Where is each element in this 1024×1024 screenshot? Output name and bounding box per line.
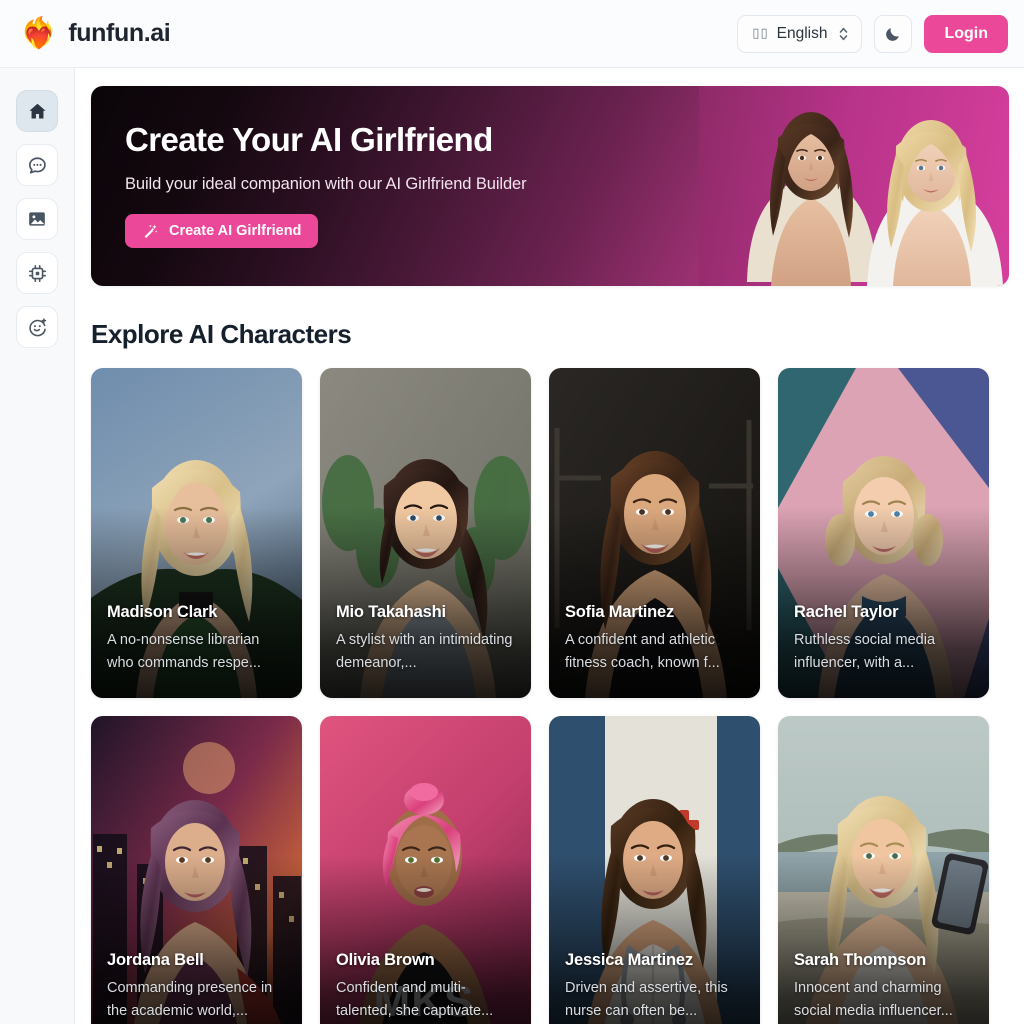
character-name: Jordana Bell	[107, 950, 204, 969]
character-card[interactable]: Sarah Thompson Innocent and charming soc…	[778, 716, 989, 1024]
sidebar-item-create-character[interactable]	[16, 306, 58, 348]
card-body: Rachel Taylor Ruthless social media infl…	[794, 603, 975, 676]
character-description: A confident and athletic fitness coach, …	[565, 631, 720, 672]
card-body: Jessica Martinez Driven and assertive, t…	[565, 951, 746, 1024]
hero-banner: Create Your AI Girlfriend Build your ide…	[91, 86, 1009, 286]
character-name: Mio Takahashi	[336, 602, 446, 621]
chevron-updown-icon	[838, 25, 849, 43]
header-actions: ▯▯ English Login	[737, 14, 1008, 53]
sidebar	[0, 68, 75, 1024]
character-card[interactable]: Jessica Martinez Driven and assertive, t…	[549, 716, 760, 1024]
character-description: Confident and multi-talented, she captiv…	[336, 979, 494, 1020]
character-description: Driven and assertive, this nurse can oft…	[565, 979, 728, 1020]
sidebar-item-images[interactable]	[16, 198, 58, 240]
login-button[interactable]: Login	[924, 14, 1008, 53]
face-sparkle-icon	[27, 317, 48, 338]
character-card[interactable]: Jordana Bell Commanding presence in the …	[91, 716, 302, 1024]
character-card[interactable]: Rachel Taylor Ruthless social media infl…	[778, 368, 989, 698]
character-name: Olivia Brown	[336, 950, 435, 969]
image-icon	[27, 209, 47, 229]
hero-content: Create Your AI Girlfriend Build your ide…	[91, 86, 1009, 249]
language-label: English	[776, 24, 828, 42]
character-name: Rachel Taylor	[794, 602, 899, 621]
card-body: Sofia Martinez A confident and athletic …	[565, 603, 746, 676]
character-description: Ruthless social media influencer, with a…	[794, 631, 936, 672]
character-name: Jessica Martinez	[565, 950, 693, 969]
character-name: Sarah Thompson	[794, 950, 926, 969]
character-description: A stylist with an intimidating demeanor,…	[336, 631, 513, 672]
sidebar-item-home[interactable]	[16, 90, 58, 132]
cpu-chip-icon	[27, 263, 48, 284]
character-description: Commanding presence in the academic worl…	[107, 979, 273, 1020]
card-body: Olivia Brown Confident and multi-talente…	[336, 951, 517, 1024]
sidebar-item-chat[interactable]	[16, 144, 58, 186]
character-description: A no-nonsense librarian who commands res…	[107, 631, 261, 672]
brand[interactable]: ❤️‍🔥 funfun.ai	[20, 16, 171, 50]
card-body: Sarah Thompson Innocent and charming soc…	[794, 951, 975, 1024]
character-card[interactable]: Sofia Martinez A confident and athletic …	[549, 368, 760, 698]
character-name: Madison Clark	[107, 602, 218, 621]
explore-section-title: Explore AI Characters	[91, 319, 352, 349]
language-selector[interactable]: ▯▯ English	[737, 14, 863, 53]
sidebar-item-models[interactable]	[16, 252, 58, 294]
app-header: ❤️‍🔥 funfun.ai ▯▯ English Login	[0, 0, 1024, 68]
flag-icon: ▯▯	[752, 26, 769, 41]
home-icon	[27, 101, 48, 122]
dark-mode-toggle[interactable]	[874, 14, 913, 53]
chat-bubble-icon	[27, 155, 48, 176]
character-name: Sofia Martinez	[565, 602, 675, 621]
character-grid: Madison Clark A no-nonsense librarian wh…	[91, 368, 990, 1024]
card-body: Mio Takahashi A stylist with an intimida…	[336, 603, 517, 676]
character-description: Innocent and charming social media influ…	[794, 979, 953, 1020]
card-body: Madison Clark A no-nonsense librarian wh…	[107, 603, 288, 676]
main-content: Create Your AI Girlfriend Build your ide…	[75, 68, 1024, 1024]
character-card[interactable]: Mio Takahashi A stylist with an intimida…	[320, 368, 531, 698]
create-ai-girlfriend-button[interactable]: Create AI Girlfriend	[125, 214, 319, 249]
hero-subtitle: Build your ideal companion with our AI G…	[125, 175, 527, 194]
hero-title: Create Your AI Girlfriend	[125, 121, 493, 158]
moon-icon	[884, 25, 902, 43]
brand-name: funfun.ai	[68, 19, 171, 47]
character-card[interactable]: Madison Clark A no-nonsense librarian wh…	[91, 368, 302, 698]
character-card[interactable]: MKS Olivia Brown	[320, 716, 531, 1024]
heart-on-fire-icon: ❤️‍🔥	[20, 16, 58, 50]
card-body: Jordana Bell Commanding presence in the …	[107, 951, 288, 1024]
magic-wand-icon	[142, 223, 158, 239]
create-ai-girlfriend-label: Create AI Girlfriend	[169, 223, 302, 240]
